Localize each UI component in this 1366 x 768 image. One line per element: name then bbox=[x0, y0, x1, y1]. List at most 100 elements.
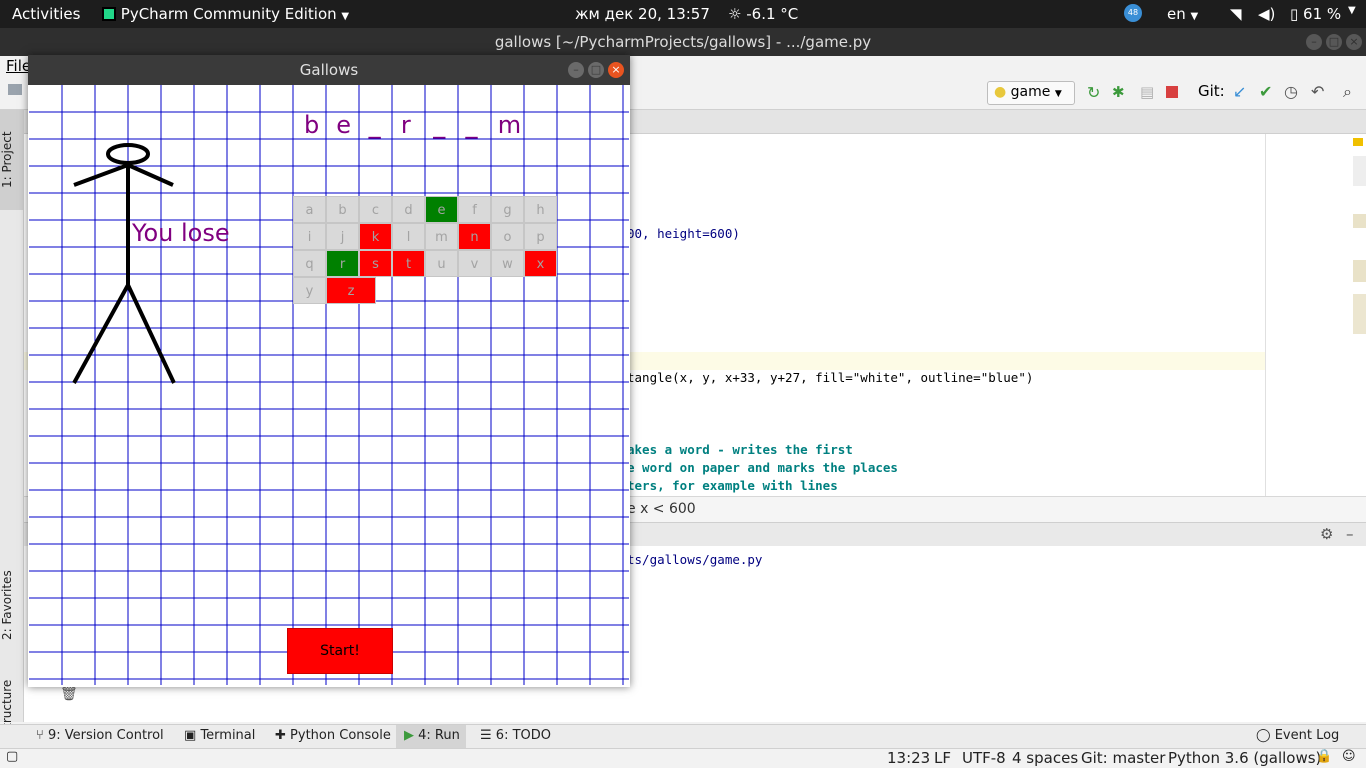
code-line: e word on paper and marks the places bbox=[627, 460, 898, 475]
letter-key-p[interactable]: p bbox=[524, 223, 557, 250]
battery-indicator[interactable]: ▯ 61 % bbox=[1290, 5, 1341, 23]
volume-icon[interactable]: ◀) bbox=[1258, 5, 1275, 23]
clock[interactable]: жм дек 20, 13:57 bbox=[575, 5, 710, 23]
breadcrumb-text: e x < 600 bbox=[627, 501, 696, 517]
tab-python-console[interactable]: ✚ Python Console bbox=[275, 728, 391, 743]
git-icon[interactable]: ☺ bbox=[1342, 749, 1356, 764]
letter-key-s[interactable]: s bbox=[359, 250, 392, 277]
git-label: Git: bbox=[1198, 82, 1225, 100]
gear-icon[interactable]: ⚙ bbox=[1320, 525, 1333, 543]
status-git[interactable]: Git: master bbox=[1081, 749, 1165, 767]
gallows-titlebar[interactable]: Gallows – □ × bbox=[28, 55, 630, 85]
hangman-head bbox=[106, 143, 150, 165]
letter-key-t[interactable]: t bbox=[392, 250, 425, 277]
tab-label: 6: TODO bbox=[495, 728, 551, 743]
letter-key-m[interactable]: m bbox=[425, 223, 458, 250]
tab-project[interactable]: 1: Project bbox=[0, 110, 24, 210]
tab-terminal[interactable]: ▣ Terminal bbox=[184, 728, 255, 743]
search-icon[interactable]: ⌕ bbox=[1343, 82, 1352, 102]
history-icon[interactable]: ◷ bbox=[1284, 82, 1298, 101]
folder-icon[interactable] bbox=[8, 84, 22, 95]
hide-icon[interactable]: – bbox=[1346, 525, 1354, 543]
game-canvas[interactable]: b e _ r _ _ m You lose abcdefghijklmnopqrstuvw… bbox=[29, 85, 629, 685]
git-commit-icon[interactable]: ✔ bbox=[1259, 82, 1272, 101]
chevron-down-icon[interactable]: ▼ bbox=[1348, 5, 1356, 16]
event-log-label: Event Log bbox=[1274, 728, 1340, 743]
minimize-icon[interactable]: – bbox=[1306, 34, 1322, 50]
hangman-right-arm bbox=[127, 163, 174, 187]
letter-key-e[interactable]: e bbox=[425, 196, 458, 223]
status-line-sep[interactable]: LF bbox=[934, 749, 951, 767]
tab-label: Terminal bbox=[200, 728, 256, 743]
language-indicator[interactable]: en ▼ bbox=[1167, 5, 1198, 23]
letter-key-g[interactable]: g bbox=[491, 196, 524, 223]
minimize-icon[interactable]: – bbox=[568, 62, 584, 78]
git-update-icon[interactable]: ↙ bbox=[1233, 82, 1246, 101]
maximize-icon[interactable]: □ bbox=[1326, 34, 1342, 50]
start-button[interactable]: Start! bbox=[287, 628, 393, 674]
status-indent[interactable]: 4 spaces bbox=[1012, 749, 1078, 767]
run-output-line: ts/gallows/game.py bbox=[627, 552, 763, 567]
maximize-icon[interactable]: □ bbox=[588, 62, 604, 78]
wifi-icon[interactable]: ◥ bbox=[1230, 5, 1242, 23]
letter-key-l[interactable]: l bbox=[392, 223, 425, 250]
status-toggle-icon[interactable]: ▢ bbox=[6, 749, 18, 764]
letter-key-d[interactable]: d bbox=[392, 196, 425, 223]
event-log-button[interactable]: ◯ Event Log bbox=[1256, 728, 1339, 743]
letter-key-k[interactable]: k bbox=[359, 223, 392, 250]
chevron-down-icon: ▼ bbox=[341, 11, 350, 22]
list-icon: ☰ bbox=[480, 728, 492, 743]
letter-key-n[interactable]: n bbox=[458, 223, 491, 250]
letter-key-c[interactable]: c bbox=[359, 196, 392, 223]
tab-version-control[interactable]: ⑂ 9: Version Control bbox=[36, 728, 164, 743]
letter-key-h[interactable]: h bbox=[524, 196, 557, 223]
system-top-bar: Activities PyCharm Community Edition ▼ ж… bbox=[0, 0, 1366, 28]
tab-run[interactable]: ▶ 4: Run bbox=[396, 725, 466, 748]
terminal-icon: ▣ bbox=[184, 728, 197, 743]
stripe-marker bbox=[1353, 260, 1366, 282]
weather[interactable]: ☼ -6.1 °C bbox=[728, 5, 798, 23]
letter-key-z[interactable]: z bbox=[326, 277, 376, 304]
warning-marker[interactable] bbox=[1353, 138, 1363, 146]
status-interpreter[interactable]: Python 3.6 (gallows) bbox=[1168, 749, 1321, 767]
letter-key-y[interactable]: y bbox=[293, 277, 326, 304]
letter-key-u[interactable]: u bbox=[425, 250, 458, 277]
coverage-icon[interactable]: ▤ bbox=[1140, 83, 1154, 101]
letter-key-i[interactable]: i bbox=[293, 223, 326, 250]
run-config-select[interactable]: ● game ▼ bbox=[987, 81, 1075, 105]
revert-icon[interactable]: ↶ bbox=[1311, 82, 1324, 101]
letter-key-r[interactable]: r bbox=[326, 250, 359, 277]
window-title: gallows [~/PycharmProjects/gallows] - ..… bbox=[494, 33, 872, 51]
letter-key-j[interactable]: j bbox=[326, 223, 359, 250]
stop-icon[interactable] bbox=[1166, 86, 1178, 98]
weather-temp: -6.1 °C bbox=[746, 5, 799, 23]
hangman-figure bbox=[72, 143, 176, 384]
trash-icon[interactable]: 🗑 bbox=[60, 686, 78, 702]
lock-icon[interactable]: 🔒 bbox=[1316, 749, 1332, 764]
close-icon[interactable]: × bbox=[1346, 34, 1362, 50]
letter-key-b[interactable]: b bbox=[326, 196, 359, 223]
letter-key-v[interactable]: v bbox=[458, 250, 491, 277]
letter-key-x[interactable]: x bbox=[524, 250, 557, 277]
tab-favorites[interactable]: 2: Favorites bbox=[0, 550, 24, 660]
run-config-label: game bbox=[1010, 84, 1051, 100]
letter-key-o[interactable]: o bbox=[491, 223, 524, 250]
close-icon[interactable]: × bbox=[608, 62, 624, 78]
branch-icon: ⑂ bbox=[36, 728, 44, 743]
rerun-icon[interactable]: ↻ bbox=[1087, 83, 1100, 102]
battery-label: 61 % bbox=[1303, 5, 1342, 23]
debug-icon[interactable]: ✱ bbox=[1112, 83, 1125, 101]
letter-key-f[interactable]: f bbox=[458, 196, 491, 223]
letter-key-w[interactable]: w bbox=[491, 250, 524, 277]
letter-key-q[interactable]: q bbox=[293, 250, 326, 277]
app-menu[interactable]: PyCharm Community Edition ▼ bbox=[102, 5, 349, 23]
tab-todo[interactable]: ☰ 6: TODO bbox=[480, 728, 551, 743]
status-encoding[interactable]: UTF-8 bbox=[962, 749, 1006, 767]
update-icon[interactable]: 48 bbox=[1124, 4, 1142, 22]
activities-button[interactable]: Activities bbox=[12, 5, 80, 23]
left-tool-strip: 1: Project 2: Favorites 7: Structure bbox=[0, 110, 24, 751]
status-position[interactable]: 13:23 bbox=[887, 749, 930, 767]
event-log-icon: ◯ bbox=[1256, 728, 1271, 743]
letter-key-a[interactable]: a bbox=[293, 196, 326, 223]
error-stripe[interactable] bbox=[1265, 134, 1366, 496]
